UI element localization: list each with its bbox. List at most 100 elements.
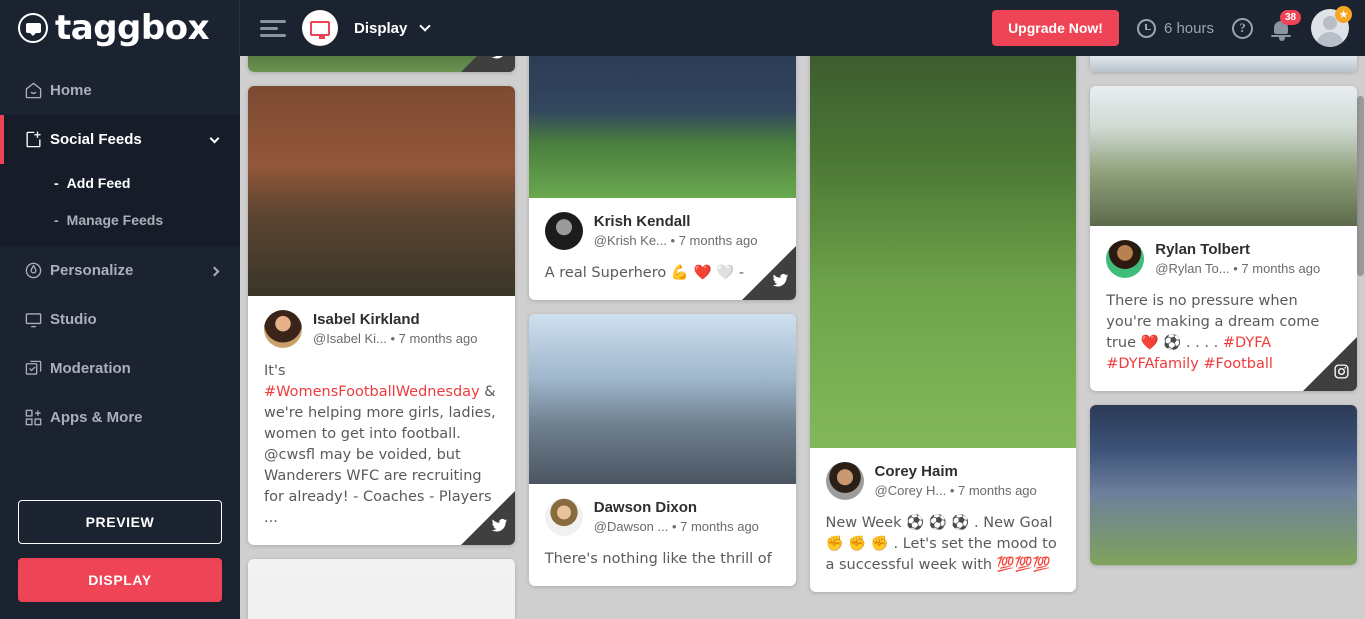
avatar	[544, 498, 583, 537]
sidebar-item-apps-more[interactable]: Apps & More	[0, 393, 240, 442]
post-body: Corey Haim @Corey H... • 7 months ago New …	[810, 448, 1077, 592]
stadium-crowd-photo	[1090, 405, 1357, 566]
post-card-corey-haim[interactable]: Corey Haim @Corey H... • 7 months ago New …	[809, 56, 1077, 593]
top-header: taggbox Display Upgrade Now! 6 hours ? 3…	[0, 0, 1365, 56]
post-body: Isabel Kirkland @Isabel Ki... • 7 months …	[248, 296, 515, 545]
soccer-photo	[248, 56, 515, 72]
preview-button[interactable]: PREVIEW	[18, 500, 222, 544]
post-card-krish-kendall[interactable]: Krish Kendall @Krish Ke... • 7 months ago…	[528, 56, 796, 301]
checkbox-copy-icon	[24, 359, 50, 378]
post-text-fragment: & we're helping more girls, ladies, wome…	[264, 384, 496, 527]
sidebar-item-moderation[interactable]: Moderation	[0, 344, 240, 393]
upgrade-now-button[interactable]: Upgrade Now!	[992, 10, 1119, 46]
post-text: A real Superhero 💪 ❤️ 🤍 -	[545, 263, 780, 284]
post-meta: @Krish Ke... • 7 months ago	[593, 232, 758, 248]
post-meta: @Isabel Ki... • 7 months ago	[313, 330, 478, 346]
user-avatar[interactable]: ★	[1311, 6, 1352, 47]
post-text-fragment: There is no pressure when you're making …	[1106, 293, 1320, 352]
avatar	[544, 212, 583, 250]
post-author-name: Isabel Kirkland	[313, 310, 420, 328]
avatar	[1106, 240, 1145, 278]
post-text: There's nothing like the thrill of	[545, 549, 780, 570]
sidebar-action-buttons: PREVIEW DISPLAY	[0, 500, 240, 619]
notification-bell-icon[interactable]: 38	[1271, 10, 1302, 41]
taggbox-app: taggbox Display Upgrade Now! 6 hours ? 3…	[0, 0, 1365, 619]
white-soccer-ball-photo	[1090, 56, 1357, 72]
monitor-icon[interactable]	[302, 10, 338, 46]
taggbox-chat-logo-icon	[18, 13, 48, 43]
feed-column-4: Rylan Tolbert @Rylan To... • 7 months ago…	[1090, 56, 1357, 619]
feed-column-3: Corey Haim @Corey H... • 7 months ago New …	[809, 56, 1077, 619]
post-body: Dawson Dixon @Dawson ... • 7 months ago Th…	[529, 484, 796, 586]
post-header: Krish Kendall @Krish Ke... • 7 months ago	[544, 212, 780, 250]
feed-column-1: Isabel Kirkland @Isabel Ki... • 7 months …	[248, 56, 515, 619]
hamburger-menu-icon[interactable]	[260, 19, 286, 37]
feed-wall[interactable]: Isabel Kirkland @Isabel Ki... • 7 months …	[240, 56, 1365, 619]
partial-card-top-col1[interactable]	[248, 56, 515, 72]
partial-card-top-col4[interactable]	[1090, 56, 1357, 72]
droplet-icon	[24, 261, 50, 280]
brand-logo[interactable]: taggbox	[0, 0, 240, 56]
post-header: Rylan Tolbert @Rylan To... • 7 months ago	[1106, 240, 1341, 278]
sidebar-subitem-label: Add Feed	[66, 174, 131, 191]
post-header: Dawson Dixon @Dawson ... • 7 months ago	[544, 498, 780, 537]
post-card-rylan-tolbert[interactable]: Rylan Tolbert @Rylan To... • 7 months ago…	[1090, 86, 1357, 392]
clock-icon	[1136, 18, 1156, 38]
dash-bullet: -	[54, 174, 59, 191]
star-icon: ★	[1335, 6, 1352, 23]
womens-football-team-celebrating-photo	[248, 86, 515, 296]
sidebar-item-label: Social Feeds	[50, 131, 142, 148]
goalkeeper-diving-save-photo	[528, 56, 796, 198]
post-text-fragment: There's nothing like the thrill of	[544, 551, 772, 568]
corner-flag-and-ball-on-pitch-photo	[809, 56, 1077, 448]
brand-name: taggbox	[55, 8, 210, 48]
sidebar-item-studio[interactable]: Studio	[0, 295, 240, 344]
sidebar-item-personalize[interactable]: Personalize	[0, 246, 240, 295]
post-body: Krish Kendall @Krish Ke... • 7 months ago…	[529, 198, 796, 300]
display-button[interactable]: DISPLAY	[18, 558, 222, 602]
notification-count-badge: 38	[1280, 10, 1302, 25]
sidebar: Home Social Feeds - Add Feed - Manage Fe…	[0, 56, 240, 619]
sidebar-item-label: Home	[50, 82, 92, 99]
display-dropdown-label: Display	[354, 19, 408, 37]
sidebar-item-social-feeds[interactable]: Social Feeds	[0, 115, 240, 164]
trial-time-label: 6 hours	[1163, 19, 1214, 37]
laliga-academy-players-photo	[248, 559, 515, 619]
sidebar-item-label: Moderation	[50, 360, 131, 377]
post-meta: @Corey H... • 7 months ago	[874, 482, 1037, 498]
sidebar-nav: Home Social Feeds - Add Feed - Manage Fe…	[0, 56, 240, 442]
post-text: There is no pressure when you're making …	[1106, 291, 1341, 375]
partial-card-bottom-col4[interactable]	[1090, 405, 1357, 566]
chevron-right-icon[interactable]	[209, 262, 220, 279]
sidebar-item-add-feed[interactable]: - Add Feed	[0, 164, 240, 201]
apps-grid-plus-icon	[24, 408, 50, 427]
trial-time-remaining[interactable]: 6 hours	[1136, 18, 1214, 38]
avatar	[264, 310, 302, 348]
avatar	[825, 462, 864, 500]
post-header: Corey Haim @Corey H... • 7 months ago	[825, 462, 1061, 500]
post-header: Isabel Kirkland @Isabel Ki... • 7 months …	[264, 310, 499, 348]
wall-scrollbar[interactable]	[1357, 56, 1364, 619]
feed-column-2: Krish Kendall @Krish Ke... • 7 months ago…	[528, 56, 796, 619]
sidebar-item-home[interactable]: Home	[0, 66, 240, 115]
app-body: Home Social Feeds - Add Feed - Manage Fe…	[0, 56, 1365, 619]
home-icon	[24, 81, 50, 100]
post-card-isabel-kirkland[interactable]: Isabel Kirkland @Isabel Ki... • 7 months …	[248, 86, 515, 546]
post-text-fragment: A real Superhero 💪 ❤️ 🤍 -	[544, 265, 745, 281]
display-dropdown[interactable]: Display	[354, 19, 431, 37]
sidebar-item-label: Apps & More	[50, 409, 143, 426]
monitor-icon	[24, 310, 50, 329]
goalkeeper-yellow-kit-diving-photo	[1090, 86, 1357, 226]
post-author-name: Rylan Tolbert	[1155, 240, 1250, 258]
post-card-dawson-dixon[interactable]: Dawson Dixon @Dawson ... • 7 months ago Th…	[528, 314, 796, 587]
sidebar-item-manage-feeds[interactable]: - Manage Feeds	[0, 201, 240, 238]
partial-card-bottom-col1[interactable]	[248, 559, 515, 619]
sidebar-item-label: Studio	[50, 311, 97, 328]
chevron-down-icon[interactable]	[209, 131, 220, 148]
post-hashtag[interactable]: 💯💯💯	[997, 557, 1051, 573]
post-hashtag[interactable]: #WomensFootballWednesday	[264, 384, 480, 400]
post-text-fragment: It's	[264, 363, 286, 379]
post-text: It's #WomensFootballWednesday & we're he…	[264, 361, 499, 529]
question-mark-icon[interactable]: ?	[1232, 17, 1253, 39]
dash-bullet: -	[54, 211, 59, 228]
